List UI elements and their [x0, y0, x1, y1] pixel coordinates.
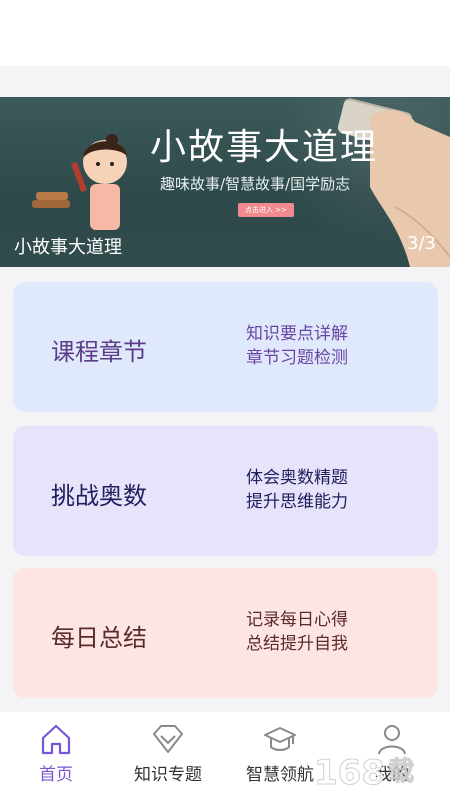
card-desc-line: 提升思维能力	[246, 492, 348, 512]
card-description: 体会奥数精题 提升思维能力	[246, 466, 348, 514]
banner-title: 小故事大道理	[150, 127, 379, 168]
tab-knowledge-topics[interactable]: 知识专题	[112, 712, 224, 800]
svg-text:168: 168	[314, 753, 385, 792]
tab-label: 首页	[39, 765, 73, 785]
card-desc-line: 记录每日心得	[246, 610, 348, 630]
diamond-icon	[153, 725, 183, 753]
daily-summary-card[interactable]: 每日总结 记录每日心得 总结提升自我	[13, 568, 438, 698]
tab-home[interactable]: 首页	[0, 712, 112, 800]
graduation-cap-icon	[264, 727, 296, 751]
card-description: 知识要点详解 章节习题检测	[246, 322, 348, 370]
watermark-logo: 168 载	[314, 753, 415, 793]
course-chapter-card[interactable]: 课程章节 知识要点详解 章节习题检测	[13, 282, 438, 412]
card-title: 课程章节	[51, 338, 147, 366]
card-desc-line: 章节习题检测	[246, 348, 348, 368]
olympiad-math-card[interactable]: 挑战奥数 体会奥数精题 提升思维能力	[13, 426, 438, 556]
card-title: 每日总结	[51, 624, 147, 652]
card-title: 挑战奥数	[51, 482, 147, 510]
home-icon	[41, 724, 71, 755]
banner-page-indicator: 3/3	[407, 233, 436, 254]
card-desc-line: 体会奥数精题	[246, 468, 348, 488]
tab-label: 知识专题	[134, 765, 202, 785]
cartoon-boy-image	[32, 134, 127, 230]
banner-subtitle: 趣味故事/智慧故事/国学励志	[160, 175, 351, 193]
banner-enter-button[interactable]: 点击进入 >>	[238, 203, 294, 217]
banner-caption-text: 小故事大道理	[14, 237, 122, 258]
card-description: 记录每日心得 总结提升自我	[246, 608, 348, 656]
svg-text:载: 载	[388, 757, 414, 787]
card-desc-line: 知识要点详解	[246, 324, 348, 344]
card-desc-line: 总结提升自我	[246, 634, 348, 654]
user-icon	[378, 725, 406, 755]
status-bar	[0, 0, 450, 66]
